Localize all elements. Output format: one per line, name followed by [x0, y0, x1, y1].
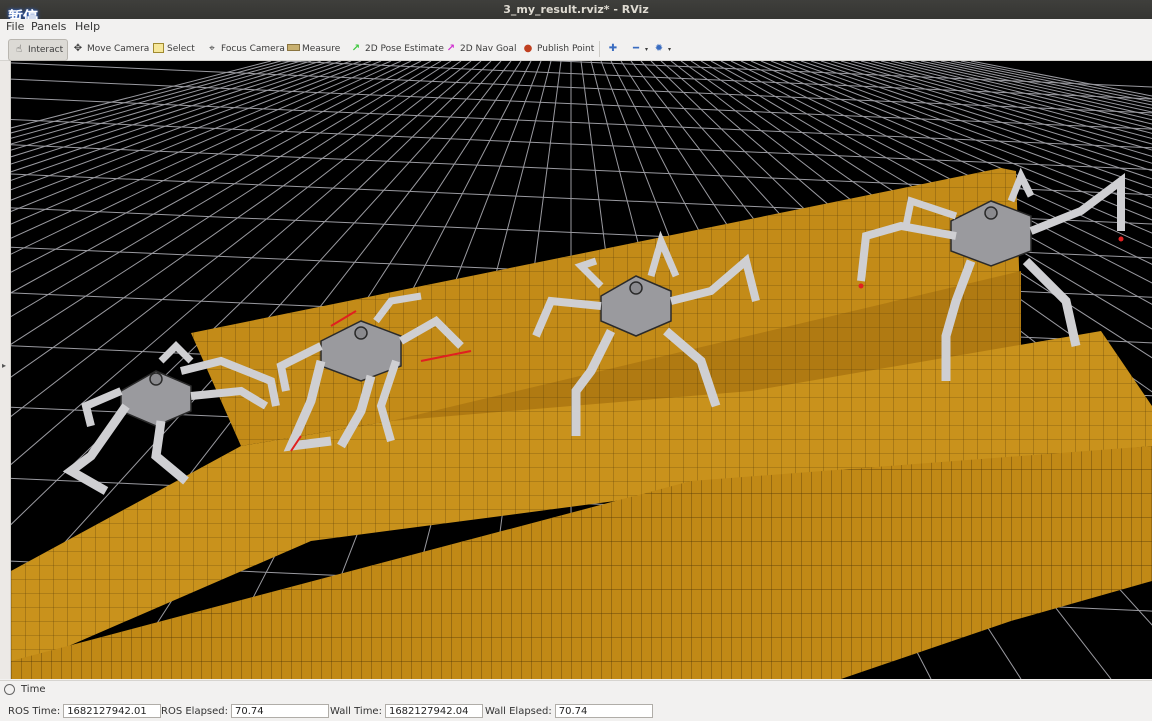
magenta-arrow-icon: ↗ — [446, 43, 456, 54]
toolbar-separator — [599, 41, 600, 57]
ros-elapsed-field: ROS Elapsed: — [161, 703, 329, 719]
ros-time-field: ROS Time: — [8, 703, 162, 719]
gear-icon: ✹ — [654, 43, 664, 54]
wall-time-field: Wall Time: — [330, 703, 483, 719]
interact-tool-button[interactable]: ☝ Interact — [8, 39, 69, 61]
focus-camera-label: Focus Camera — [221, 44, 285, 54]
publish-point-label: Publish Point — [537, 44, 595, 54]
menu-panels[interactable]: Panels — [31, 20, 66, 33]
hand-icon: ☝ — [15, 44, 23, 55]
window-titlebar: 3_my_result.rviz* - RViz — [0, 0, 1152, 19]
select-tool-button[interactable]: Select — [152, 39, 195, 59]
time-panel: Time ROS Time: ROS Elapsed: Wall Time: W… — [0, 680, 1152, 721]
interact-label: Interact — [28, 45, 64, 55]
ros-time-input[interactable] — [63, 704, 162, 718]
time-panel-header: Time — [4, 684, 45, 695]
pose-estimate-tool-button[interactable]: ↗ 2D Pose Estimate — [350, 39, 444, 59]
menu-help[interactable]: Help — [75, 20, 100, 33]
chevron-down-icon: ▾ — [645, 45, 649, 53]
move-camera-tool-button[interactable]: ✥ Move Camera — [72, 39, 150, 59]
expand-arrow-icon[interactable]: ▸ — [2, 361, 6, 370]
move-icon: ✥ — [73, 43, 83, 54]
window-title: 3_my_result.rviz* - RViz — [503, 3, 649, 16]
focus-camera-tool-button[interactable]: ⌖ Focus Camera — [206, 39, 285, 59]
scene-canvas — [11, 61, 1152, 679]
chevron-down-icon: ▾ — [668, 45, 672, 53]
ros-elapsed-label: ROS Elapsed: — [161, 705, 228, 717]
select-box-icon — [152, 43, 164, 55]
add-tool-button[interactable]: ✚ — [607, 39, 622, 59]
ros-elapsed-input[interactable] — [231, 704, 329, 718]
tool-bar: ☝ Interact ✥ Move Camera Select ⌖ Focus … — [0, 36, 1152, 61]
tool-properties-button[interactable]: ✹ ▾ — [653, 39, 671, 59]
ruler-icon — [287, 43, 300, 55]
publish-point-tool-button[interactable]: ● Publish Point — [522, 39, 595, 59]
minus-icon: ━ — [632, 43, 640, 54]
menu-bar: File Panels Help — [0, 19, 1152, 36]
crosshair-icon: ⌖ — [209, 43, 215, 54]
move-camera-label: Move Camera — [87, 44, 150, 54]
3d-render-viewport[interactable] — [11, 61, 1152, 679]
measure-label: Measure — [302, 44, 341, 54]
plus-icon: ✚ — [608, 43, 618, 54]
map-pin-icon: ● — [523, 43, 533, 54]
wall-time-input[interactable] — [384, 704, 483, 718]
pose-estimate-label: 2D Pose Estimate — [365, 44, 444, 54]
collapsed-side-panel[interactable]: ▸ — [0, 61, 11, 679]
time-panel-title: Time — [21, 684, 46, 695]
nav-goal-tool-button[interactable]: ↗ 2D Nav Goal — [445, 39, 517, 59]
ros-time-label: ROS Time: — [8, 705, 61, 717]
remove-tool-button[interactable]: ━ ▾ — [630, 39, 648, 59]
wall-elapsed-label: Wall Elapsed: — [485, 705, 552, 717]
green-arrow-icon: ↗ — [351, 43, 361, 54]
select-label: Select — [167, 44, 195, 54]
nav-goal-label: 2D Nav Goal — [460, 44, 517, 54]
wall-time-label: Wall Time: — [330, 705, 382, 717]
wall-elapsed-input[interactable] — [554, 704, 653, 718]
clock-icon — [4, 684, 15, 695]
menu-file[interactable]: File — [6, 20, 24, 33]
measure-tool-button[interactable]: Measure — [287, 39, 340, 59]
wall-elapsed-field: Wall Elapsed: — [485, 703, 653, 719]
